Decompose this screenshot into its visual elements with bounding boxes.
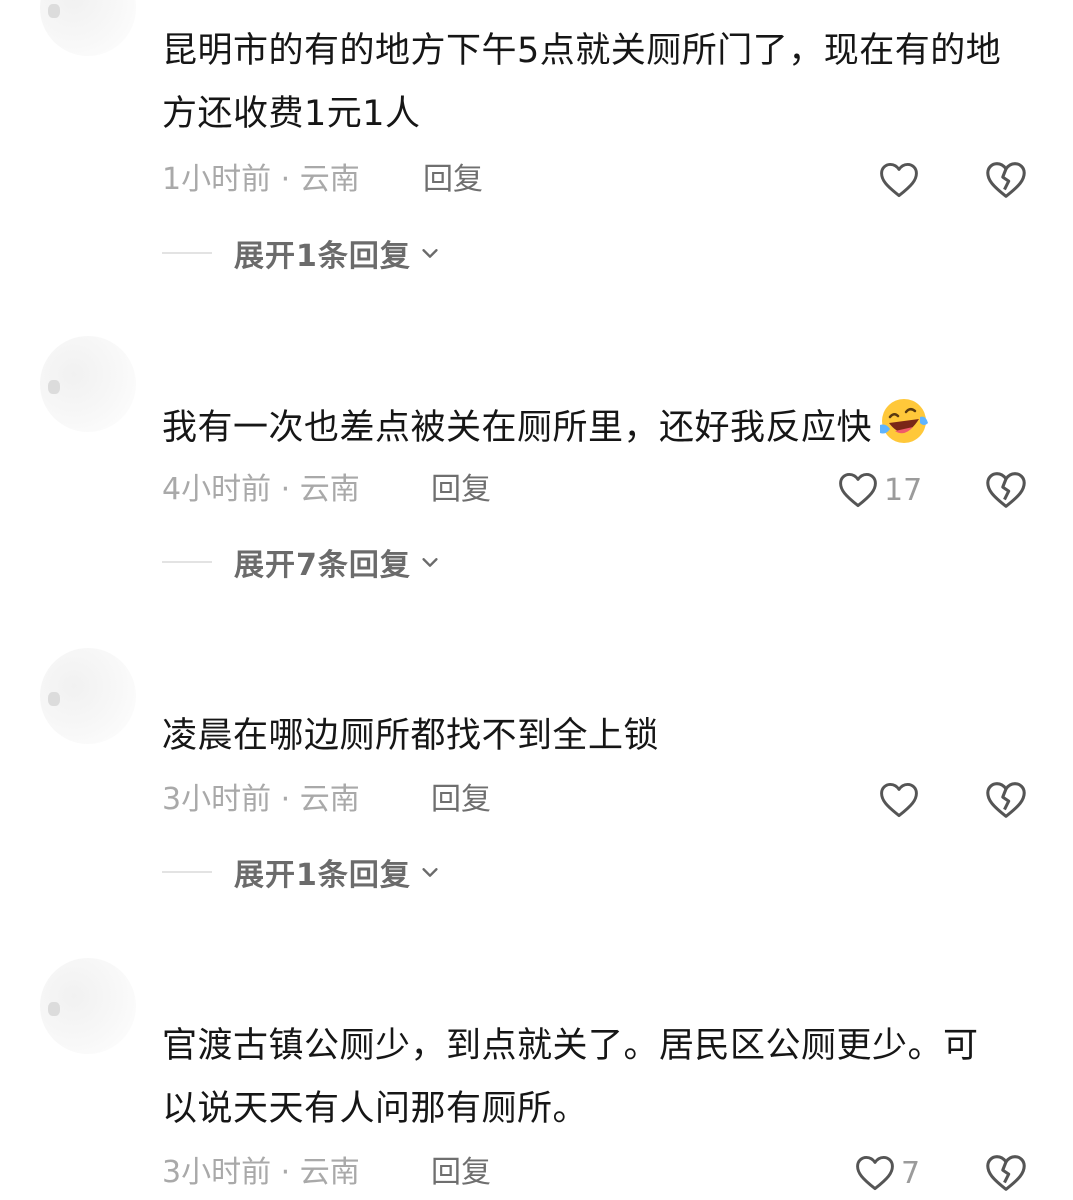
avatar[interactable] xyxy=(40,0,136,56)
like-count: 17 xyxy=(884,472,923,508)
like-button[interactable]: 7 xyxy=(853,1150,920,1196)
username[interactable] xyxy=(162,346,302,376)
comment-text: 凌晨在哪边厕所都找不到全上锁 xyxy=(162,716,660,756)
expand-replies-button[interactable]: 展开1条回复 xyxy=(162,233,441,274)
comment-text-content: 我有一次也差点被关在厕所里，还好我反应快 xyxy=(162,408,873,448)
avatar[interactable] xyxy=(40,336,136,432)
heart-outline-icon xyxy=(839,472,877,508)
expand-replies-label: 展开1条回复 xyxy=(234,858,411,893)
username[interactable] xyxy=(162,968,302,998)
like-button[interactable]: 17 xyxy=(836,467,922,513)
heart-outline-icon xyxy=(880,782,918,818)
reply-button[interactable]: 回复 xyxy=(431,1153,491,1193)
laughing-crying-emoji xyxy=(880,399,929,443)
divider-line xyxy=(162,561,212,563)
broken-heart-icon[interactable] xyxy=(983,157,1029,203)
broken-heart-icon[interactable] xyxy=(983,1150,1029,1196)
reply-button[interactable]: 回复 xyxy=(431,470,491,510)
divider-line xyxy=(162,252,212,254)
comment-meta: 3小时前 · 云南 xyxy=(162,1155,360,1190)
reply-button[interactable]: 回复 xyxy=(431,780,491,820)
heart-outline-icon xyxy=(856,1155,894,1191)
comment-text: 官渡古镇公厕少，到点就关了。居民区公厕更少。可以说天天有人问那有厕所。 xyxy=(162,1026,979,1129)
comment-meta: 4小时前 · 云南 xyxy=(162,472,360,507)
comment-text: 我有一次也差点被关在厕所里，还好我反应快 xyxy=(162,395,1012,460)
broken-heart-icon[interactable] xyxy=(983,777,1029,823)
like-button[interactable] xyxy=(877,157,925,203)
chevron-down-icon xyxy=(422,558,438,567)
expand-replies-button[interactable]: 展开7条回复 xyxy=(162,542,441,583)
expand-replies-label: 展开1条回复 xyxy=(234,239,411,274)
divider-line xyxy=(162,871,212,873)
chevron-down-icon xyxy=(422,249,438,258)
comment-meta: 1小时前 · 云南 xyxy=(162,162,360,197)
heart-outline-icon xyxy=(880,162,918,198)
comment-meta: 3小时前 · 云南 xyxy=(162,782,360,817)
expand-replies-button[interactable]: 展开1条回复 xyxy=(162,852,441,893)
username[interactable] xyxy=(162,656,302,686)
broken-heart-icon[interactable] xyxy=(983,467,1029,513)
chevron-down-icon xyxy=(422,868,438,877)
comment-text: 昆明市的有的地方下午5点就关厕所门了，现在有的地方还收费1元1人 xyxy=(162,31,1002,134)
like-button[interactable] xyxy=(877,777,925,823)
like-count: 7 xyxy=(901,1155,921,1191)
avatar[interactable] xyxy=(40,648,136,744)
expand-replies-label: 展开7条回复 xyxy=(234,548,411,583)
avatar[interactable] xyxy=(40,958,136,1054)
reply-button[interactable]: 回复 xyxy=(423,160,483,200)
